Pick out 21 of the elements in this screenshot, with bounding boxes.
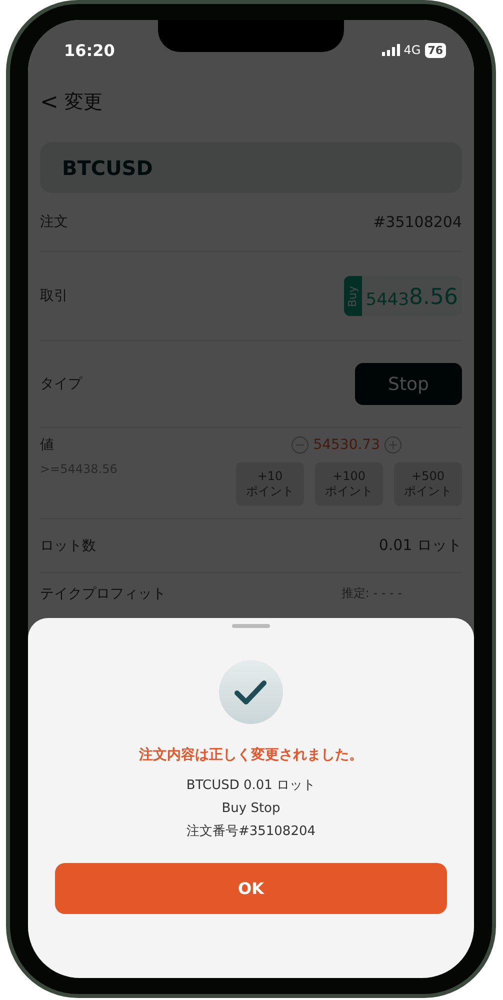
signal-icon: [382, 44, 400, 56]
price-value: 54530.73: [313, 437, 380, 453]
dialog-title: 注文内容は正しく変更されました。: [139, 746, 363, 764]
dialog-line: BTCUSD 0.01 ロット: [186, 777, 316, 795]
row-value: #35108204: [373, 213, 462, 231]
ok-button[interactable]: OK: [55, 863, 447, 914]
trade-price: 54438.56: [364, 284, 459, 312]
check-icon: [219, 660, 283, 724]
row-label: 注文: [40, 213, 68, 231]
row-label: テイクプロフィット: [40, 585, 166, 603]
row-label: ロット数: [40, 536, 96, 554]
row-label: 値: [40, 436, 54, 454]
dialog-line: Buy Stop: [222, 800, 280, 818]
row-value: 0.01 ロット: [378, 536, 462, 555]
network-label: 4G: [404, 43, 421, 57]
row-label: タイプ: [40, 375, 82, 393]
row-label: 取引: [40, 287, 68, 305]
dialog-line: 注文番号#35108204: [186, 823, 316, 841]
sheet-handle[interactable]: [232, 624, 270, 628]
status-time: 16:20: [64, 40, 115, 60]
page-title: 変更: [64, 90, 102, 115]
